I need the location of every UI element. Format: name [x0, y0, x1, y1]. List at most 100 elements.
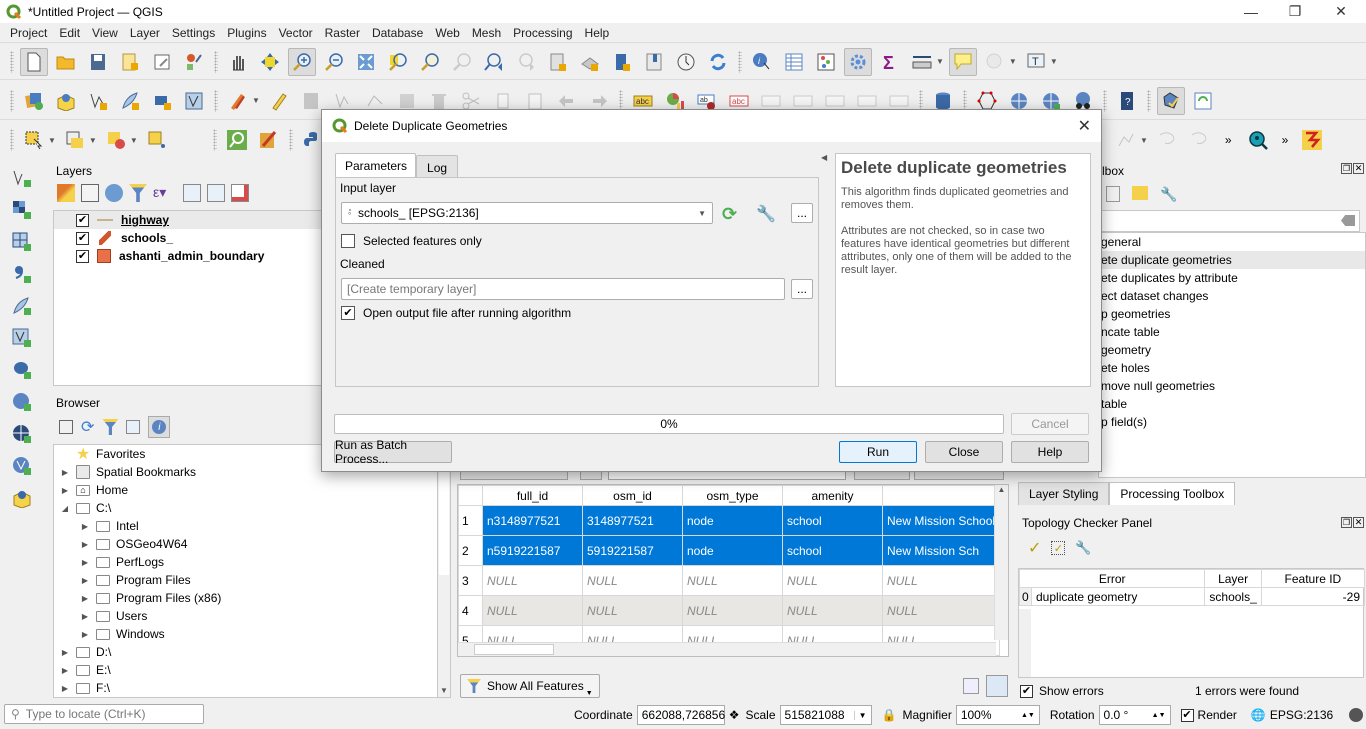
new-spatialite-button[interactable]	[180, 87, 208, 115]
new-geopackage-button[interactable]	[52, 87, 80, 115]
cleaned-output-input[interactable]: [Create temporary layer]	[341, 278, 785, 300]
browser-item[interactable]: ▶ ⌂ Home	[54, 481, 437, 499]
browser-item[interactable]: ◢ C:\	[54, 499, 437, 517]
expand-arrow-icon[interactable]: ▶	[60, 468, 70, 477]
add-wfs-button[interactable]	[8, 420, 36, 448]
expanded-arrow-icon[interactable]: ◢	[60, 504, 70, 513]
new-virtual-layer-button[interactable]	[148, 87, 176, 115]
validate-extent-icon[interactable]: ✓	[1051, 541, 1066, 555]
float-panel-icon[interactable]: ❐	[1341, 163, 1352, 174]
data-source-manager-button[interactable]	[20, 87, 48, 115]
toolbar-grip[interactable]	[1146, 89, 1151, 112]
expression-filter-icon[interactable]: ε▾	[153, 184, 177, 202]
close-button[interactable]: Close	[925, 441, 1003, 463]
select-by-location-button[interactable]	[143, 126, 171, 154]
select-features-button[interactable]	[20, 126, 48, 154]
toolbox-algorithm-item[interactable]: move null geometries	[1099, 377, 1365, 395]
digitize-tool-button[interactable]	[1112, 126, 1140, 154]
menu-project[interactable]: Project	[4, 26, 53, 40]
expand-arrow-icon[interactable]: ▶	[80, 558, 90, 567]
dialog-close-icon[interactable]: ✕	[1078, 116, 1091, 136]
menu-help[interactable]: Help	[579, 26, 616, 40]
toolbox-algorithm-item[interactable]: p field(s)	[1099, 413, 1365, 431]
measure-dropdown-icon[interactable]: ▼	[936, 57, 944, 66]
table-cell[interactable]: New Mission Sch	[881, 535, 1001, 566]
browser-scrollbar[interactable]: ▼	[437, 444, 451, 698]
identify-features-button[interactable]: i	[748, 48, 776, 76]
save-project-button[interactable]	[84, 48, 112, 76]
layer-visibility-checkbox[interactable]: ✔	[76, 213, 89, 227]
input-layer-combobox[interactable]: ∘̊ schools_ [EPSG:2136] ▼	[341, 202, 713, 224]
toolbar-grip[interactable]	[10, 50, 14, 73]
browser-item[interactable]: ▶ PerfLogs	[54, 553, 437, 571]
table-cell[interactable]: NULL	[782, 595, 883, 626]
results-viewer-icon[interactable]	[1132, 186, 1148, 200]
toolbox-search-input[interactable]	[1098, 210, 1360, 232]
deselect-features-button[interactable]	[102, 126, 130, 154]
expand-all-icon[interactable]	[183, 184, 201, 202]
run-as-batch-button[interactable]: Run as Batch Process...	[334, 438, 452, 466]
zoom-full-button[interactable]	[352, 48, 380, 76]
toolbox-algorithm-item[interactable]: ete holes	[1099, 359, 1365, 377]
toolbar-grip[interactable]	[1102, 89, 1107, 112]
select-attr-dropdown-icon[interactable]: ▼	[89, 136, 97, 145]
show-errors-checkbox[interactable]: ✔	[1020, 684, 1033, 698]
new-project-button[interactable]	[20, 47, 48, 76]
add-group-icon[interactable]	[81, 184, 99, 202]
shape-diff-button[interactable]	[1185, 126, 1213, 154]
temporal-controller-button[interactable]	[672, 48, 700, 76]
menu-mesh[interactable]: Mesh	[466, 26, 507, 40]
expand-arrow-icon[interactable]: ▶	[60, 648, 70, 657]
row-number[interactable]: 4	[458, 595, 483, 626]
browser-item[interactable]: ▶ Intel	[54, 517, 437, 535]
run-button[interactable]: Run	[839, 441, 917, 463]
new-map-view-button[interactable]	[544, 48, 572, 76]
layer-visibility-checkbox[interactable]: ✔	[76, 249, 89, 263]
shape-join-button[interactable]	[1153, 126, 1181, 154]
open-project-button[interactable]	[52, 48, 80, 76]
menu-view[interactable]: View	[86, 26, 124, 40]
toolbar-grip[interactable]	[738, 50, 742, 73]
open-output-checkbox[interactable]: ✔	[341, 306, 355, 320]
crs-button[interactable]: EPSG:2136	[1270, 708, 1333, 722]
table-cell[interactable]: NULL	[682, 565, 783, 596]
column-header-error[interactable]: Error	[1018, 569, 1206, 588]
menu-processing[interactable]: Processing	[507, 26, 578, 40]
table-row[interactable]: 3 NULL NULL NULL NULL NULL	[458, 565, 1001, 596]
toolbox-algorithm-item[interactable]: geometry	[1099, 341, 1365, 359]
field-calculator-button[interactable]	[812, 48, 840, 76]
filter-icon[interactable]	[129, 184, 147, 202]
add-wms-button[interactable]	[8, 388, 36, 416]
menu-edit[interactable]: Edit	[53, 26, 86, 40]
toolbox-algorithm-item[interactable]: general	[1099, 233, 1365, 251]
toggle-extents-icon[interactable]: ❖	[729, 708, 740, 722]
selected-features-only-toggle[interactable]: Selected features only	[341, 234, 482, 248]
magnifier-spinbox[interactable]: 100% ▲▼	[955, 705, 1040, 725]
add-selected-icon[interactable]	[59, 420, 73, 434]
add-delimited-text-button[interactable]	[8, 260, 36, 288]
expand-arrow-icon[interactable]: ▶	[80, 612, 90, 621]
clear-search-icon[interactable]	[1341, 215, 1355, 226]
topology-plugin-button[interactable]	[1156, 86, 1185, 115]
tab-layer-styling[interactable]: Layer Styling	[1018, 482, 1110, 505]
advanced-options-wrench-icon[interactable]: 🔧	[756, 204, 776, 224]
expand-arrow-icon[interactable]: ▶	[80, 576, 90, 585]
attr-horizontal-scrollbar[interactable]	[458, 642, 996, 656]
toolbar-grip[interactable]	[288, 129, 293, 151]
rotation-spinbox[interactable]: 0.0 ° ▲▼	[1098, 705, 1171, 725]
refresh-icon[interactable]: ⟳	[81, 417, 94, 437]
browser-item[interactable]: ▶ Program Files (x86)	[54, 589, 437, 607]
selected-features-only-checkbox[interactable]	[341, 234, 355, 248]
table-cell[interactable]: NULL	[582, 565, 683, 596]
new-3d-map-view-button[interactable]	[576, 48, 604, 76]
menu-vector[interactable]: Vector	[273, 26, 319, 40]
new-print-layout-button[interactable]	[116, 48, 144, 76]
table-row[interactable]: 4 NULL NULL NULL NULL NULL	[458, 595, 1001, 626]
expand-arrow-icon[interactable]: ▶	[80, 540, 90, 549]
column-header[interactable]: amenity	[782, 485, 883, 506]
deselect-dropdown-icon[interactable]: ▼	[130, 136, 138, 145]
table-cell[interactable]: NULL	[582, 595, 683, 626]
refresh-table-button[interactable]	[1189, 87, 1217, 115]
collapse-all-icon[interactable]	[207, 184, 225, 202]
visibility-eye-icon[interactable]	[105, 184, 123, 202]
